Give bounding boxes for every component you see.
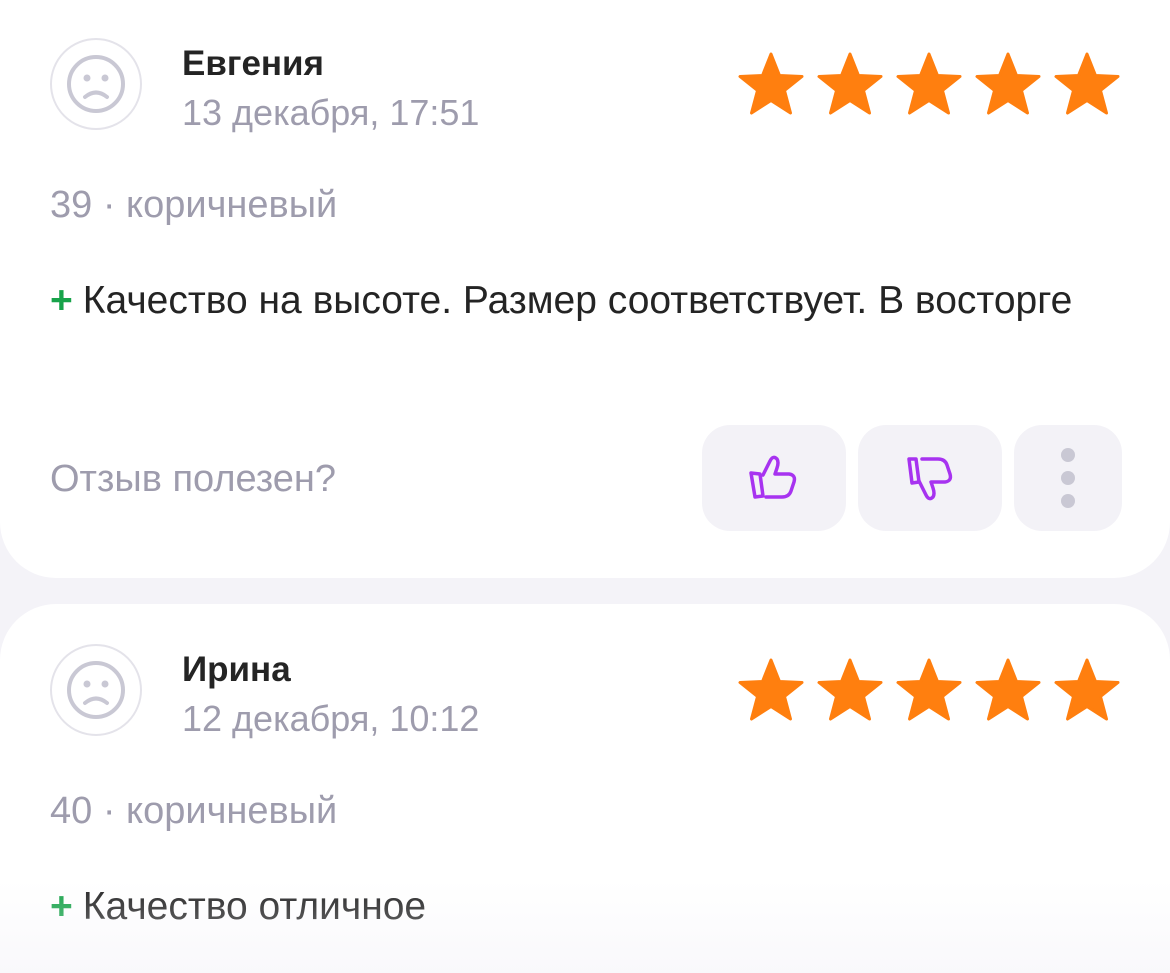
plus-mark: + <box>50 279 73 322</box>
author-name: Ирина <box>182 650 291 689</box>
more-vertical-icon <box>1061 448 1075 508</box>
star-icon <box>896 658 962 721</box>
review-text: + Качество отличное <box>50 880 1090 933</box>
sad-face-icon <box>67 55 125 113</box>
review-body: Качество на высоте. Размер соответствует… <box>82 279 1073 322</box>
star-icon <box>817 52 883 115</box>
review-date: 13 декабря, 17:51 <box>182 92 480 133</box>
review-date: 12 декабря, 10:12 <box>182 698 480 739</box>
star-icon <box>738 52 804 115</box>
size-color-info: 39 · коричневый <box>50 184 338 226</box>
size-color-info: 40 · коричневый <box>50 790 338 832</box>
like-button[interactable] <box>702 425 846 531</box>
avatar <box>50 644 142 736</box>
sad-face-icon <box>67 661 125 719</box>
star-icon <box>1054 52 1120 115</box>
review-body: Качество отличное <box>82 885 427 928</box>
review-card: Ирина 12 декабря, 10:12 40 · коричневый … <box>0 604 1170 973</box>
author-name: Евгения <box>182 44 324 83</box>
review-text: + Качество на высоте. Размер соответствуе… <box>50 274 1090 327</box>
star-rating <box>736 50 1122 120</box>
star-icon <box>738 658 804 721</box>
avatar <box>50 38 142 130</box>
thumbs-up-icon <box>749 455 797 499</box>
helpful-prompt: Отзыв полезен? <box>50 458 337 500</box>
plus-mark: + <box>50 885 73 928</box>
review-card: Евгения 13 декабря, 17:51 39 · коричневы… <box>0 0 1170 578</box>
more-options-button[interactable] <box>1014 425 1122 531</box>
star-icon <box>896 52 962 115</box>
star-icon <box>975 52 1041 115</box>
star-icon <box>1054 658 1120 721</box>
star-icon <box>817 658 883 721</box>
star-icon <box>975 658 1041 721</box>
star-rating <box>736 656 1122 726</box>
dislike-button[interactable] <box>858 425 1002 531</box>
thumbs-down-icon <box>907 457 953 501</box>
